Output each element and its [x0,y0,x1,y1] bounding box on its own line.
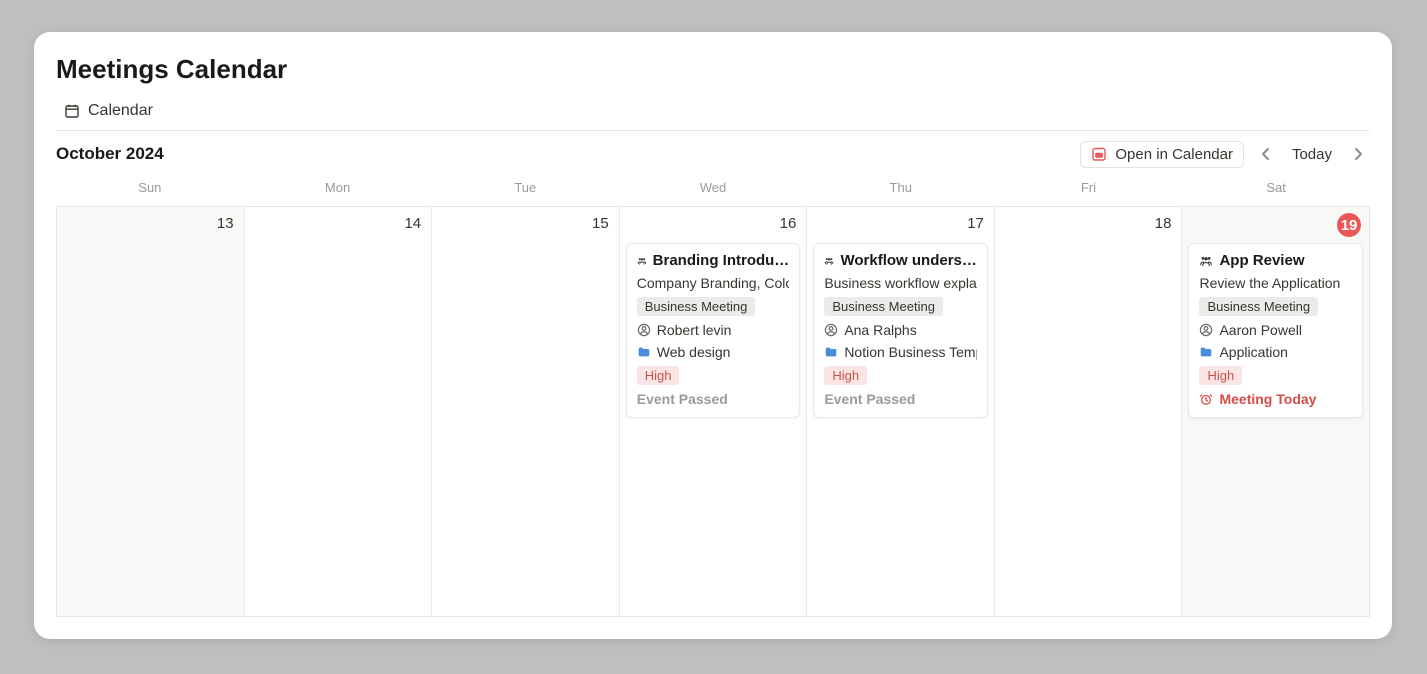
event-status-text: Meeting Today [1219,391,1316,407]
event-person: Aaron Powell [1219,322,1302,338]
day-number: 16 [780,215,797,232]
event-category-tag: Business Meeting [824,297,943,316]
meeting-icon [824,254,834,268]
event-status: Event Passed [637,391,790,407]
folder-icon [637,345,651,359]
month-label: October 2024 [56,144,164,164]
event-project: Notion Business Templa [844,344,977,360]
event-title-text: App Review [1219,252,1304,269]
divider [56,130,1370,131]
event-category-tag: Business Meeting [637,297,756,316]
day-cell-wed[interactable]: 16 Branding Introdu… Company Branding, C… [619,207,807,616]
event-title-text: Branding Introdu… [653,252,790,269]
calendar-toolbar: October 2024 Open in Calendar Today [56,140,1370,168]
calendar-grid: 13 14 15 16 Branding Introdu… Company Br… [56,206,1370,617]
weekday-header: Sun Mon Tue Wed Thu Fri Sat [56,180,1370,200]
day-cell-sun[interactable]: 13 [57,207,244,616]
meeting-icon [637,254,647,268]
chevron-left-icon [1259,147,1273,161]
event-card[interactable]: Workflow unders… Business workflow expla… [813,243,988,418]
calendar-panel: Meetings Calendar Calendar October 2024 … [34,32,1392,639]
event-person-row: Ana Ralphs [824,322,977,338]
event-person: Ana Ralphs [844,322,916,338]
open-in-calendar-label: Open in Calendar [1115,146,1233,163]
event-status: Event Passed [824,391,977,407]
event-description: Review the Application [1199,275,1352,291]
open-calendar-icon [1091,146,1107,162]
tab-calendar[interactable]: Calendar [56,96,161,126]
alarm-icon [1199,392,1213,406]
person-icon [637,323,651,337]
day-number: 18 [1155,215,1172,232]
day-number-today: 19 [1337,213,1361,237]
event-project: Application [1219,344,1288,360]
event-card[interactable]: App Review Review the Application Busine… [1188,243,1363,418]
day-number: 17 [967,215,984,232]
weekday-mon: Mon [244,180,432,200]
day-number: 15 [592,215,609,232]
day-cell-thu[interactable]: 17 Workflow unders… Business workflow ex… [806,207,994,616]
weekday-fri: Fri [995,180,1183,200]
weekday-sat: Sat [1182,180,1370,200]
event-priority-tag: High [1199,366,1242,385]
event-title: Workflow unders… [824,252,977,269]
weekday-tue: Tue [431,180,619,200]
event-project-row: Notion Business Templa [824,344,977,360]
prev-week-button[interactable] [1254,142,1278,166]
page-title: Meetings Calendar [56,54,287,85]
event-title: Branding Introdu… [637,252,790,269]
day-number: 13 [217,215,234,232]
meeting-icon [1199,254,1213,268]
folder-icon [824,345,838,359]
event-priority-tag: High [824,366,867,385]
day-cell-fri[interactable]: 18 [994,207,1182,616]
folder-icon [1199,345,1213,359]
event-priority-tag: High [637,366,680,385]
next-week-button[interactable] [1346,142,1370,166]
event-person-row: Robert levin [637,322,790,338]
event-project-row: Application [1199,344,1352,360]
day-cell-mon[interactable]: 14 [244,207,432,616]
event-category-tag: Business Meeting [1199,297,1318,316]
person-icon [824,323,838,337]
chevron-right-icon [1351,147,1365,161]
weekday-wed: Wed [619,180,807,200]
event-description: Business workflow explana [824,275,977,291]
event-project-row: Web design [637,344,790,360]
event-person: Robert levin [657,322,732,338]
tab-calendar-label: Calendar [88,102,153,120]
day-cell-sat[interactable]: 19 App Review Review the Application Bus… [1181,207,1369,616]
open-in-calendar-button[interactable]: Open in Calendar [1080,141,1244,168]
calendar-icon [64,103,80,119]
event-status-today: Meeting Today [1199,391,1352,407]
day-cell-tue[interactable]: 15 [431,207,619,616]
day-number: 14 [404,215,421,232]
weekday-thu: Thu [807,180,995,200]
event-title: App Review [1199,252,1352,269]
event-card[interactable]: Branding Introdu… Company Branding, Colo… [626,243,801,418]
event-description: Company Branding, Colou [637,275,790,291]
weekday-sun: Sun [56,180,244,200]
event-project: Web design [657,344,731,360]
event-title-text: Workflow unders… [840,252,976,269]
today-button[interactable]: Today [1288,144,1336,165]
event-person-row: Aaron Powell [1199,322,1352,338]
person-icon [1199,323,1213,337]
